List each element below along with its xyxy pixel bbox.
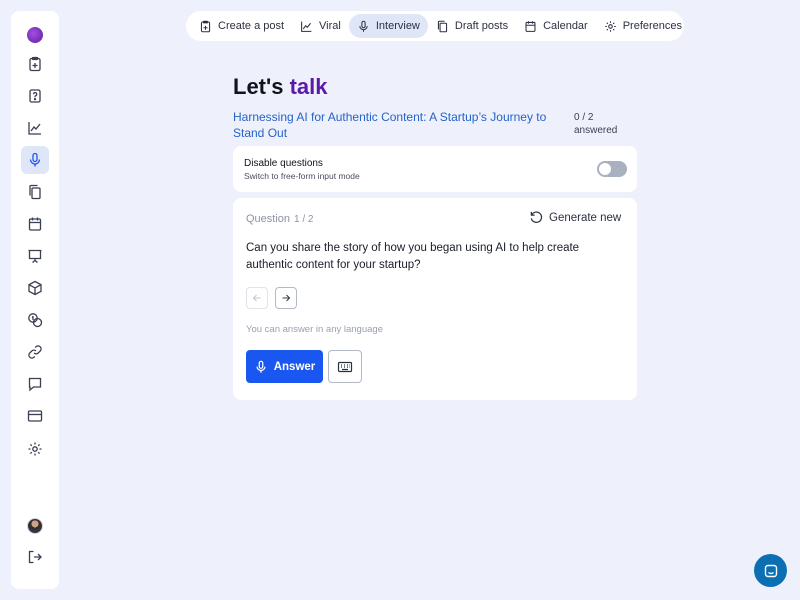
sidebar-item-billing[interactable] xyxy=(21,402,49,430)
tab-draft-posts[interactable]: Draft posts xyxy=(428,14,516,38)
question-count: 1 / 2 xyxy=(294,214,314,225)
microphone-icon xyxy=(256,360,266,373)
sidebar-item-questions[interactable] xyxy=(21,82,49,110)
tab-label: Interview xyxy=(375,20,420,32)
gear-icon xyxy=(604,20,616,32)
top-nav: Create a post Viral Interview Draft post… xyxy=(186,11,684,41)
link-icon xyxy=(28,345,42,359)
tab-preferences[interactable]: Preferences xyxy=(596,14,690,38)
chart-line-icon xyxy=(28,122,41,135)
prev-question-button[interactable] xyxy=(246,287,268,309)
tab-label: Draft posts xyxy=(454,20,509,32)
copy-icon xyxy=(437,20,447,32)
brand-logo-icon[interactable] xyxy=(27,27,43,43)
arrow-right-icon xyxy=(282,294,291,302)
page-title: Let's talk xyxy=(233,74,328,100)
answered-label: answered xyxy=(574,125,618,136)
question-card: Question 1 / 2 Generate new Can you share… xyxy=(233,198,637,400)
sidebar-item-credits[interactable] xyxy=(21,306,49,334)
toggle-subtitle: Switch to free-form input mode xyxy=(244,171,360,181)
next-question-button[interactable] xyxy=(275,287,297,309)
tab-create-post[interactable]: Create a post xyxy=(191,14,292,38)
sidebar-item-interview[interactable] xyxy=(21,146,49,174)
disable-questions-card: Disable questions Switch to free-form in… xyxy=(233,146,637,192)
sidebar-item-presentation[interactable] xyxy=(21,242,49,270)
microphone-icon xyxy=(359,20,368,32)
sidebar-item-drafts[interactable] xyxy=(21,178,49,206)
presentation-icon xyxy=(28,249,42,264)
topic-link[interactable]: Harnessing AI for Authentic Content: A S… xyxy=(233,109,578,141)
disable-questions-toggle[interactable] xyxy=(597,161,627,177)
page-title-prefix: Let's xyxy=(233,74,290,99)
language-hint: You can answer in any language xyxy=(246,324,383,335)
arrow-left-icon xyxy=(252,294,261,302)
credit-card-icon xyxy=(27,410,43,422)
keyboard-icon xyxy=(337,361,353,372)
support-chat-button[interactable] xyxy=(754,554,787,587)
sidebar-item-links[interactable] xyxy=(21,338,49,366)
sidebar-item-viral[interactable] xyxy=(21,114,49,142)
answer-button[interactable]: Answer xyxy=(246,350,323,383)
question-header: Question 1 / 2 xyxy=(246,213,314,225)
generate-new-label: Generate new xyxy=(549,211,622,224)
chart-line-icon xyxy=(301,21,312,32)
tab-calendar[interactable]: Calendar xyxy=(516,14,596,38)
microphone-icon xyxy=(29,152,41,167)
refresh-icon xyxy=(530,211,543,223)
question-text: Can you share the story of how you began… xyxy=(246,242,580,271)
keyboard-input-button[interactable] xyxy=(328,350,362,383)
sidebar-item-create-post[interactable] xyxy=(21,50,49,78)
cube-icon xyxy=(28,280,42,296)
tab-label: Preferences xyxy=(622,20,683,32)
sidebar-item-feedback[interactable] xyxy=(21,370,49,398)
tab-interview[interactable]: Interview xyxy=(348,14,428,38)
chat-bubble-icon xyxy=(764,564,777,577)
gear-icon xyxy=(28,442,42,456)
user-avatar[interactable] xyxy=(27,518,43,534)
calendar-icon xyxy=(525,20,536,32)
clipboard-plus-icon xyxy=(29,56,41,72)
coins-icon xyxy=(28,313,43,328)
tab-label: Calendar xyxy=(543,20,588,32)
sidebar-item-settings[interactable] xyxy=(21,435,49,463)
copy-icon xyxy=(29,184,41,200)
answer-label: Answer xyxy=(273,360,316,373)
question-label: Question xyxy=(246,213,291,225)
question-icon xyxy=(29,89,41,103)
answered-count: 0 / 2 xyxy=(574,112,594,123)
toggle-title: Disable questions xyxy=(244,158,323,169)
tab-label: Create a post xyxy=(218,20,285,32)
logout-icon xyxy=(28,550,42,564)
tab-label: Viral xyxy=(319,20,341,32)
logout-button[interactable] xyxy=(21,543,49,571)
sidebar-item-calendar[interactable] xyxy=(21,210,49,238)
clipboard-plus-icon xyxy=(200,20,211,32)
chat-icon xyxy=(28,377,42,392)
page-title-accent: talk xyxy=(289,74,328,99)
calendar-icon xyxy=(28,217,42,231)
answered-progress: 0 / 2 answered xyxy=(574,111,638,137)
tab-viral[interactable]: Viral xyxy=(292,14,349,38)
generate-new-button[interactable]: Generate new xyxy=(529,210,621,225)
sidebar xyxy=(11,11,59,589)
sidebar-item-products[interactable] xyxy=(21,274,49,302)
